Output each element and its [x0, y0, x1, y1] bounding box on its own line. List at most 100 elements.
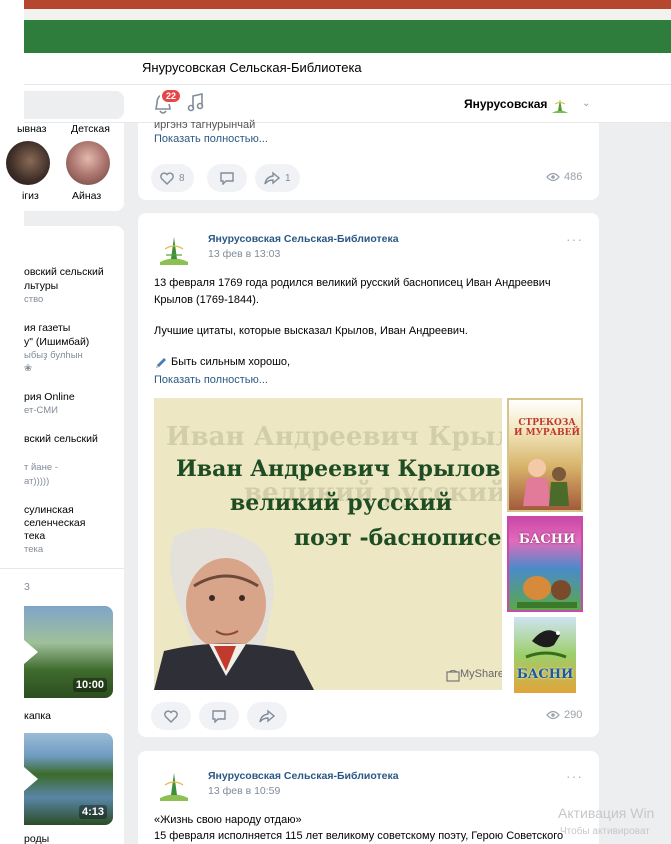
header-username[interactable]: Янурусовская: [464, 97, 547, 111]
like-count: 8: [179, 172, 185, 184]
music-icon[interactable]: [187, 92, 205, 114]
krylov-banner-image[interactable]: Иван Андреевич Крылов великий русский Ив…: [154, 398, 502, 690]
windows-activation-watermark: Активация Win: [558, 805, 655, 821]
video-caption-2[interactable]: роды: [24, 833, 49, 844]
group-4-line2: т йане -: [24, 462, 58, 473]
group-1-line2[interactable]: льтуры: [24, 280, 58, 292]
pencil-icon: [156, 358, 166, 368]
book-title-2: БАСНИ: [518, 532, 576, 547]
group-3-line2: ет-СМИ: [24, 405, 58, 416]
share-icon: [259, 709, 275, 723]
like-button[interactable]: [151, 702, 191, 730]
window-title: Янурусовская Сельская-Библиотека: [142, 60, 362, 75]
post-date[interactable]: 13 фев в 13:03: [208, 248, 280, 260]
share-count: 1: [285, 172, 291, 184]
friend-name-1[interactable]: ігиз: [22, 190, 39, 202]
notification-badge: 22: [160, 88, 183, 104]
community-avatar[interactable]: [154, 765, 194, 805]
like-button[interactable]: 8: [151, 164, 194, 192]
group-1-line1[interactable]: овский сельский: [24, 266, 104, 278]
banner-title-line2: великий русский: [230, 490, 453, 516]
share-icon: [264, 171, 280, 185]
post-text-line: Быть сильным хорошо,: [171, 356, 291, 368]
search-input[interactable]: [24, 91, 124, 119]
comment-button[interactable]: [207, 164, 247, 192]
more-options-icon[interactable]: ···: [566, 768, 583, 784]
group-5-line4: тека: [24, 544, 44, 555]
friend-name-top-1[interactable]: ывназ: [17, 123, 46, 135]
banner-title-line1: Иван Андреевич Крылов -: [176, 456, 502, 482]
post-card-next: Янурусовская Сельская-Библиотека 13 фев …: [138, 751, 599, 844]
post-date[interactable]: 13 фев в 10:59: [208, 785, 280, 797]
post-text-line: «Жизнь свою народу отдаю»: [154, 814, 302, 826]
cover-banner-strip: [24, 0, 671, 53]
views-counter: 290: [546, 709, 582, 721]
group-4-line3: ат))))): [24, 476, 50, 487]
post-text-line: Крылов (1769-1844).: [154, 294, 259, 306]
group-2-line1[interactable]: ия газеты: [24, 322, 70, 334]
book-cover-3[interactable]: БАСНИ: [514, 617, 576, 693]
post-card-prev: иргэнэ тагнурынчай Показать полностью...…: [138, 119, 599, 200]
community-avatar[interactable]: [154, 229, 194, 269]
window-title-bar: Янурусовская Сельская-Библиотека: [24, 53, 671, 85]
play-icon[interactable]: [24, 640, 40, 664]
comment-icon: [212, 710, 226, 723]
post-text-fragment: иргэнэ тагнурынчай: [154, 119, 256, 131]
videos-count: 3: [24, 581, 30, 593]
banner-ghost-text: Иван Андреевич Крылов: [166, 422, 502, 452]
views-counter: 486: [546, 171, 582, 183]
share-button[interactable]: 1: [255, 164, 300, 192]
views-count: 486: [564, 171, 583, 183]
friends-card: ывназ Детская ігиз Айназ: [0, 123, 124, 211]
book-cover-2[interactable]: БАСНИ: [507, 516, 583, 612]
show-more-link[interactable]: Показать полностью...: [154, 374, 268, 386]
group-2-line2[interactable]: у" (Ишимбай): [24, 336, 89, 348]
show-more-link[interactable]: Показать полностью...: [154, 133, 268, 145]
group-5-line2[interactable]: селенческая: [24, 517, 85, 529]
views-count: 290: [564, 709, 583, 721]
video-duration-1: 10:00: [72, 678, 107, 692]
post-author[interactable]: Янурусовская Сельская-Библиотека: [208, 233, 399, 245]
windows-activation-watermark-sub: Чтобы активироват: [560, 826, 650, 837]
group-2-line3: ыбыҙ булһын: [24, 350, 83, 361]
post-author[interactable]: Янурусовская Сельская-Библиотека: [208, 770, 399, 782]
video-caption-1[interactable]: капка: [24, 710, 51, 722]
banner-title-line3: поэт -баснописец.: [294, 525, 502, 551]
group-1-line3: ство: [24, 294, 44, 305]
friend-avatar-2[interactable]: [66, 141, 110, 185]
friend-avatar-1[interactable]: [6, 141, 50, 185]
divider: [0, 568, 124, 569]
heart-icon: [160, 171, 174, 185]
comment-icon: [220, 172, 234, 185]
video-thumb-2[interactable]: 4:13: [24, 733, 113, 825]
friend-name-2[interactable]: Айназ: [72, 190, 101, 202]
play-icon[interactable]: [24, 767, 40, 791]
header-avatar[interactable]: [548, 93, 572, 117]
heart-icon: [164, 709, 178, 723]
share-button[interactable]: [247, 702, 287, 730]
more-options-icon[interactable]: ···: [566, 231, 583, 247]
post-text-line: 13 февраля 1769 года родился великий рус…: [154, 277, 551, 289]
book-cover-1[interactable]: СТРЕКОЗА И МУРАВЕЙ: [507, 398, 583, 512]
post-card-krylov: Янурусовская Сельская-Библиотека 13 фев …: [138, 213, 599, 737]
top-header: 22 Янурусовская ⌄: [24, 85, 671, 123]
video-duration-2: 4:13: [78, 805, 107, 819]
comment-button[interactable]: [199, 702, 239, 730]
eye-icon: [546, 710, 560, 720]
group-2-line4: ❀: [24, 363, 32, 374]
chevron-down-icon[interactable]: ⌄: [582, 98, 590, 109]
post-text-line: Лучшие цитаты, которые высказал Крылов, …: [154, 325, 468, 337]
groups-card: овский сельский льтуры ство ия газеты у"…: [0, 226, 124, 844]
myshared-logo-icon: [446, 670, 460, 682]
myshared-logo: MyShared: [460, 668, 502, 680]
video-thumb-1[interactable]: 10:00: [24, 606, 113, 698]
book-title-3: БАСНИ: [516, 667, 574, 682]
group-4-line1[interactable]: вский сельский: [24, 433, 98, 445]
group-5-line3[interactable]: тека: [24, 530, 45, 542]
friend-name-top-2[interactable]: Детская: [71, 123, 110, 135]
group-3-line1[interactable]: рия Online: [24, 391, 75, 403]
group-5-line1[interactable]: сулинская: [24, 504, 74, 516]
eye-icon: [546, 172, 560, 182]
post-text-line: 15 февраля исполняется 115 лет великому …: [154, 830, 564, 842]
krylov-portrait: [154, 528, 314, 690]
